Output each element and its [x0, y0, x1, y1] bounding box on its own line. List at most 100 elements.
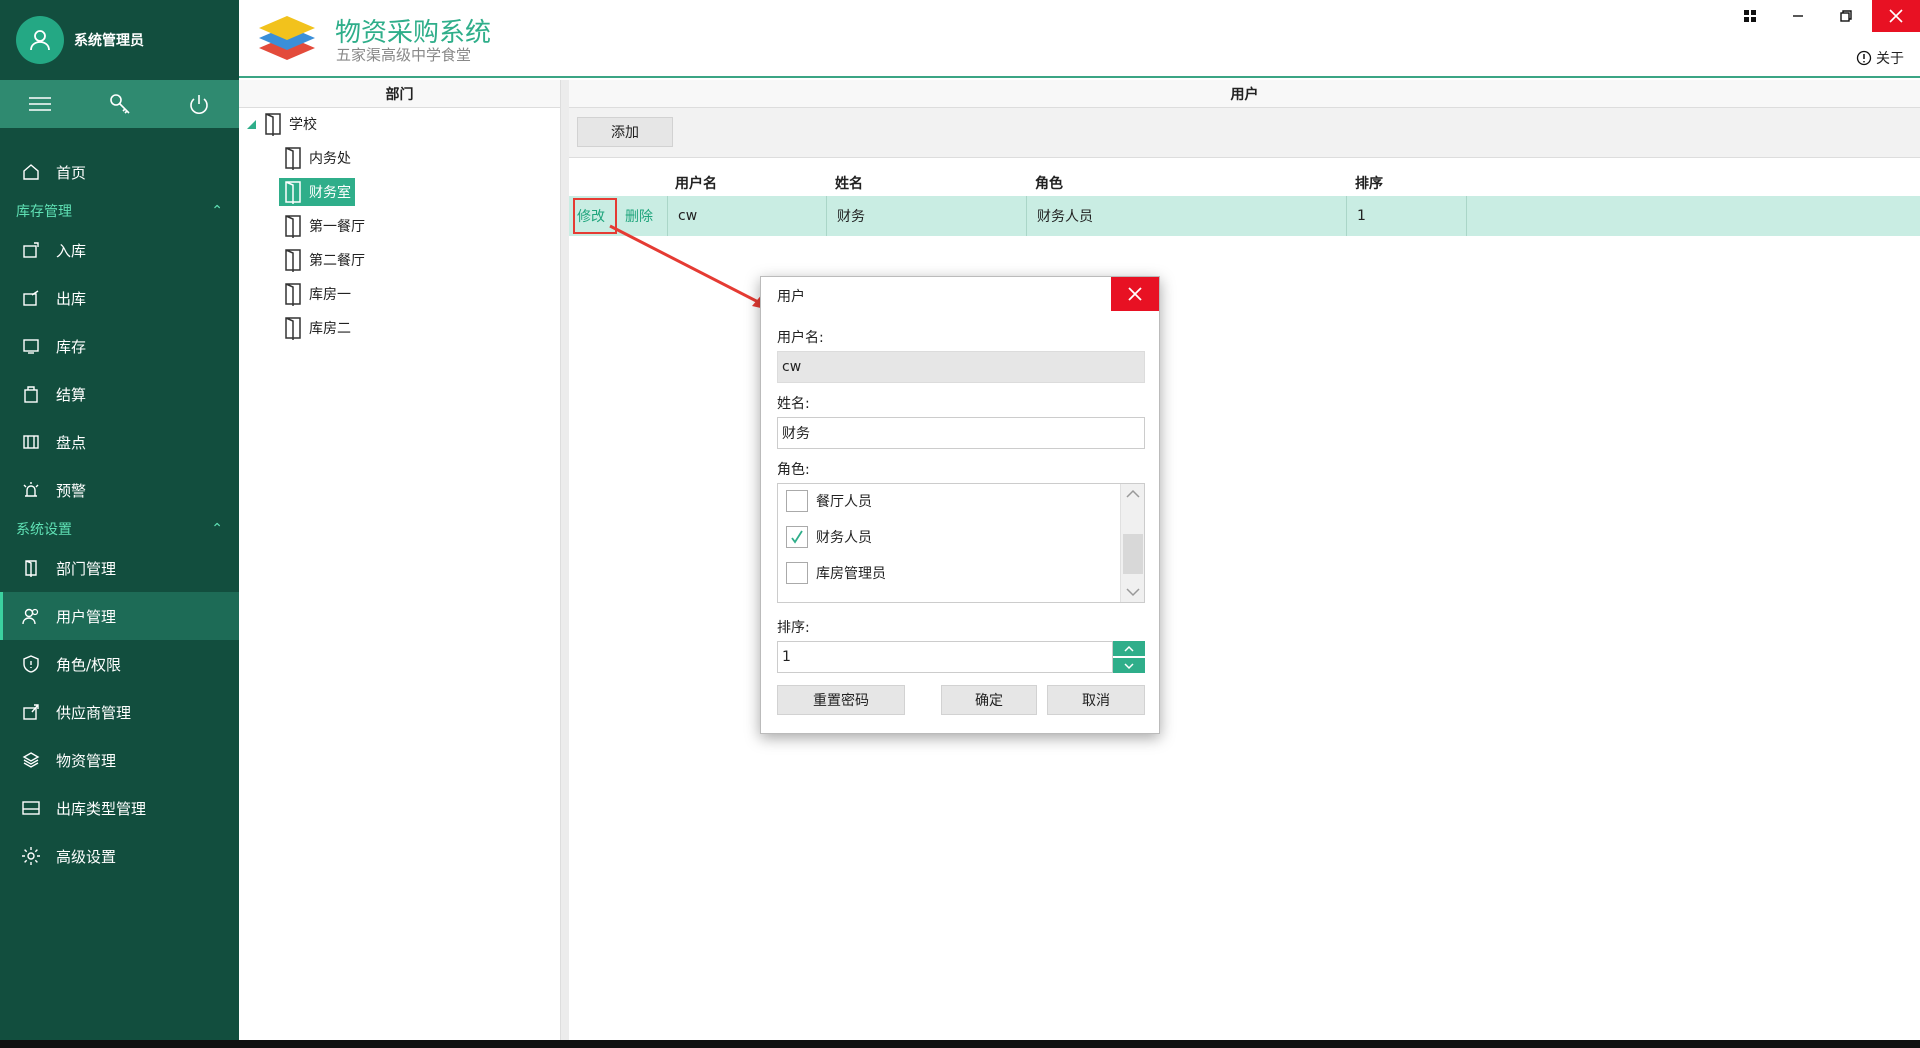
- tree-expand-icon[interactable]: [247, 120, 256, 129]
- sidebar-item-alarm[interactable]: 预警: [0, 466, 239, 514]
- door-icon: [285, 283, 301, 306]
- tree-node[interactable]: 第二餐厅: [279, 246, 369, 274]
- close-icon: [1889, 9, 1903, 23]
- window-close-button[interactable]: [1872, 0, 1920, 32]
- cancel-button[interactable]: 取消: [1047, 685, 1145, 715]
- menu-toggle-button[interactable]: [0, 80, 80, 128]
- dialog-close-button[interactable]: [1111, 277, 1159, 311]
- role-option[interactable]: 财务人员: [786, 524, 872, 550]
- role-option[interactable]: 库房管理员: [786, 560, 886, 586]
- grid-icon: [1744, 10, 1756, 22]
- user-dialog: 用户 用户名: cw 姓名: 财务 角色: 餐厅人员 财务人员 库房管理员 排序…: [760, 276, 1160, 734]
- ok-button[interactable]: 确定: [941, 685, 1037, 715]
- reset-password-button[interactable]: 重置密码: [777, 685, 905, 715]
- sidebar-item-settlement[interactable]: 结算: [0, 370, 239, 418]
- sidebar-item-users[interactable]: 用户管理: [0, 592, 239, 640]
- tree-node-root[interactable]: 学校: [259, 110, 321, 138]
- menu-group-inventory[interactable]: 库存管理 ⌃: [0, 196, 239, 226]
- tree-node-label: 库房一: [309, 287, 351, 303]
- restore-button[interactable]: [1822, 0, 1870, 32]
- tree-node-label: 第一餐厅: [309, 219, 365, 235]
- sidebar-item-stock-in[interactable]: 入库: [0, 226, 239, 274]
- avatar[interactable]: [16, 16, 64, 64]
- role-option-label: 财务人员: [816, 530, 872, 546]
- apps-button[interactable]: [1726, 0, 1774, 32]
- sidebar-item-departments[interactable]: 部门管理: [0, 544, 239, 592]
- info-icon: [1856, 50, 1872, 66]
- layers-icon: [20, 749, 42, 771]
- minimize-icon: [1793, 15, 1803, 17]
- sidebar-item-label: 盘点: [56, 433, 87, 452]
- add-user-button[interactable]: 添加: [577, 117, 673, 147]
- order-label: 排序:: [777, 620, 810, 636]
- menu-group-system[interactable]: 系统设置 ⌃: [0, 514, 239, 544]
- hamburger-icon: [28, 97, 51, 111]
- minimize-button[interactable]: [1774, 0, 1822, 32]
- stepper-up-button[interactable]: [1113, 641, 1145, 656]
- role-label: 角色:: [777, 462, 810, 478]
- sidebar-item-stocktake[interactable]: 盘点: [0, 418, 239, 466]
- close-icon: [1128, 287, 1142, 301]
- tree-node-label: 第二餐厅: [309, 253, 365, 269]
- sidebar-item-label: 部门管理: [56, 559, 117, 578]
- name-field[interactable]: 财务: [777, 417, 1145, 449]
- dialog-title: 用户: [777, 289, 805, 305]
- tree-node-label: 学校: [289, 117, 317, 133]
- sidebar-item-label: 供应商管理: [56, 703, 132, 722]
- checkbox[interactable]: [786, 562, 808, 584]
- user-name: 系统管理员: [74, 33, 144, 49]
- column-header-role[interactable]: 角色: [1035, 168, 1063, 198]
- sidebar-item-inventory[interactable]: 库存: [0, 322, 239, 370]
- stepper-down-button[interactable]: [1113, 658, 1145, 673]
- role-option-label: 餐厅人员: [816, 494, 872, 510]
- checkbox[interactable]: [786, 490, 808, 512]
- role-option-label: 库房管理员: [816, 566, 886, 582]
- column-header-username[interactable]: 用户名: [675, 168, 717, 198]
- sidebar-item-label: 库存: [56, 337, 87, 356]
- sidebar-item-suppliers[interactable]: 供应商管理: [0, 688, 239, 736]
- department-panel-header: 部门: [239, 80, 560, 108]
- checkbox-checked[interactable]: [786, 526, 808, 548]
- tree-node-label: 财务室: [309, 185, 351, 201]
- column-header-name[interactable]: 姓名: [835, 168, 863, 198]
- door-icon: [20, 557, 42, 579]
- door-icon: [285, 249, 301, 272]
- home-icon: [20, 161, 42, 183]
- tree-node-selected[interactable]: 财务室: [279, 178, 355, 206]
- sidebar-item-roles[interactable]: 角色/权限: [0, 640, 239, 688]
- tree-node[interactable]: 库房二: [279, 314, 355, 342]
- inventory-icon: [20, 335, 42, 357]
- stock-in-icon: [20, 239, 42, 261]
- role-option[interactable]: 餐厅人员: [786, 488, 872, 514]
- user-toolbar: 添加: [569, 108, 1920, 158]
- about-button[interactable]: 关于: [1856, 48, 1904, 68]
- settlement-icon: [20, 383, 42, 405]
- username-label: 用户名:: [777, 330, 824, 346]
- about-label: 关于: [1876, 51, 1904, 67]
- header: 物资采购系统 五家渠高级中学食堂 关于: [239, 0, 1920, 78]
- chevron-up-icon: ⌃: [211, 521, 223, 537]
- sidebar-item-outbound-types[interactable]: 出库类型管理: [0, 784, 239, 832]
- tree-node-label: 库房二: [309, 321, 351, 337]
- panel-splitter[interactable]: [561, 80, 569, 1040]
- sidebar-item-materials[interactable]: 物资管理: [0, 736, 239, 784]
- user-panel-header: 用户: [569, 80, 1920, 108]
- column-header-order[interactable]: 排序: [1355, 168, 1383, 198]
- role-list: 餐厅人员 财务人员 库房管理员: [777, 483, 1145, 603]
- tree-node[interactable]: 第一餐厅: [279, 212, 369, 240]
- sidebar-item-stock-out[interactable]: 出库: [0, 274, 239, 322]
- order-field[interactable]: 1: [777, 641, 1113, 673]
- logout-button[interactable]: [159, 80, 239, 128]
- sidebar-item-home[interactable]: 首页: [0, 148, 239, 196]
- tree-node[interactable]: 库房一: [279, 280, 355, 308]
- password-button[interactable]: [80, 80, 160, 128]
- alarm-icon: [20, 479, 42, 501]
- taskbar: [0, 1040, 1920, 1048]
- scrollbar[interactable]: [1120, 484, 1144, 602]
- username-field[interactable]: cw: [777, 351, 1145, 383]
- sidebar-item-advanced[interactable]: 高级设置: [0, 832, 239, 880]
- sidebar-item-label: 出库类型管理: [56, 799, 147, 818]
- tree-node[interactable]: 内务处: [279, 144, 355, 172]
- scrollbar-thumb[interactable]: [1123, 534, 1143, 574]
- door-icon: [285, 317, 301, 340]
